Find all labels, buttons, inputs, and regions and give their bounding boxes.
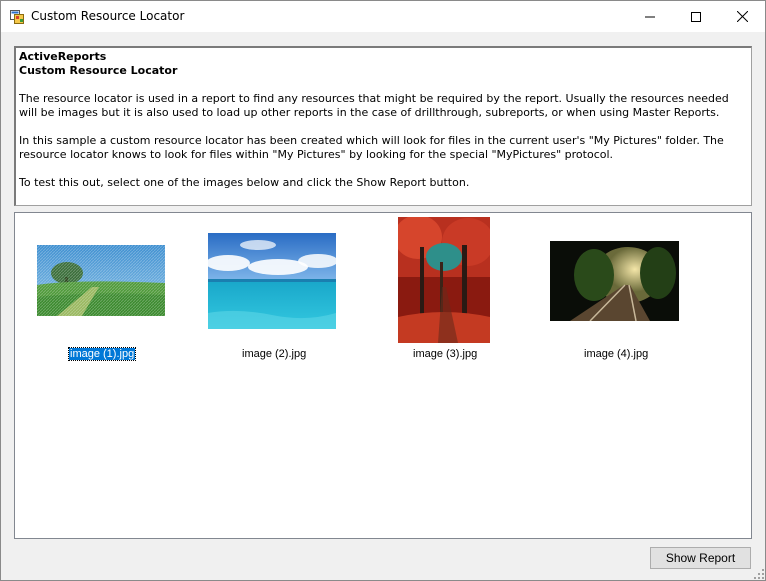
- image-thumbnail-3[interactable]: [398, 217, 490, 343]
- description-paragraph-2: In this sample a custom resource locator…: [19, 134, 724, 161]
- minimize-button[interactable]: [627, 1, 673, 32]
- image-list-view[interactable]: image (1).jpg image (2).jpg image (3).jp…: [14, 212, 752, 539]
- description-paragraph-1: The resource locator is used in a report…: [19, 92, 729, 119]
- show-report-button[interactable]: Show Report: [650, 547, 751, 569]
- minimize-icon: [645, 16, 655, 17]
- app-window-icon: [10, 10, 24, 24]
- resize-grip-icon[interactable]: [753, 568, 765, 580]
- app-window: Custom Resource Locator ActiveReports Cu…: [0, 0, 766, 581]
- close-button[interactable]: [719, 1, 765, 32]
- description-paragraph-3: To test this out, select one of the imag…: [19, 176, 470, 189]
- image-label-2[interactable]: image (2).jpg: [241, 348, 307, 360]
- description-heading-product: ActiveReports: [19, 50, 107, 63]
- image-thumbnail-2[interactable]: [208, 233, 336, 329]
- close-icon: [736, 11, 748, 22]
- maximize-button[interactable]: [673, 1, 719, 32]
- maximize-icon: [691, 11, 701, 22]
- description-heading-sample: Custom Resource Locator: [19, 64, 178, 77]
- title-bar[interactable]: Custom Resource Locator: [1, 1, 765, 32]
- image-label-3[interactable]: image (3).jpg: [412, 348, 478, 360]
- image-label-4[interactable]: image (4).jpg: [583, 348, 649, 360]
- description-textbox[interactable]: ActiveReports Custom Resource Locator Th…: [14, 46, 752, 206]
- image-thumbnail-4[interactable]: [550, 241, 679, 321]
- image-thumbnail-1[interactable]: [37, 245, 165, 316]
- window-title: Custom Resource Locator: [31, 9, 185, 23]
- image-label-1[interactable]: image (1).jpg: [67, 347, 137, 361]
